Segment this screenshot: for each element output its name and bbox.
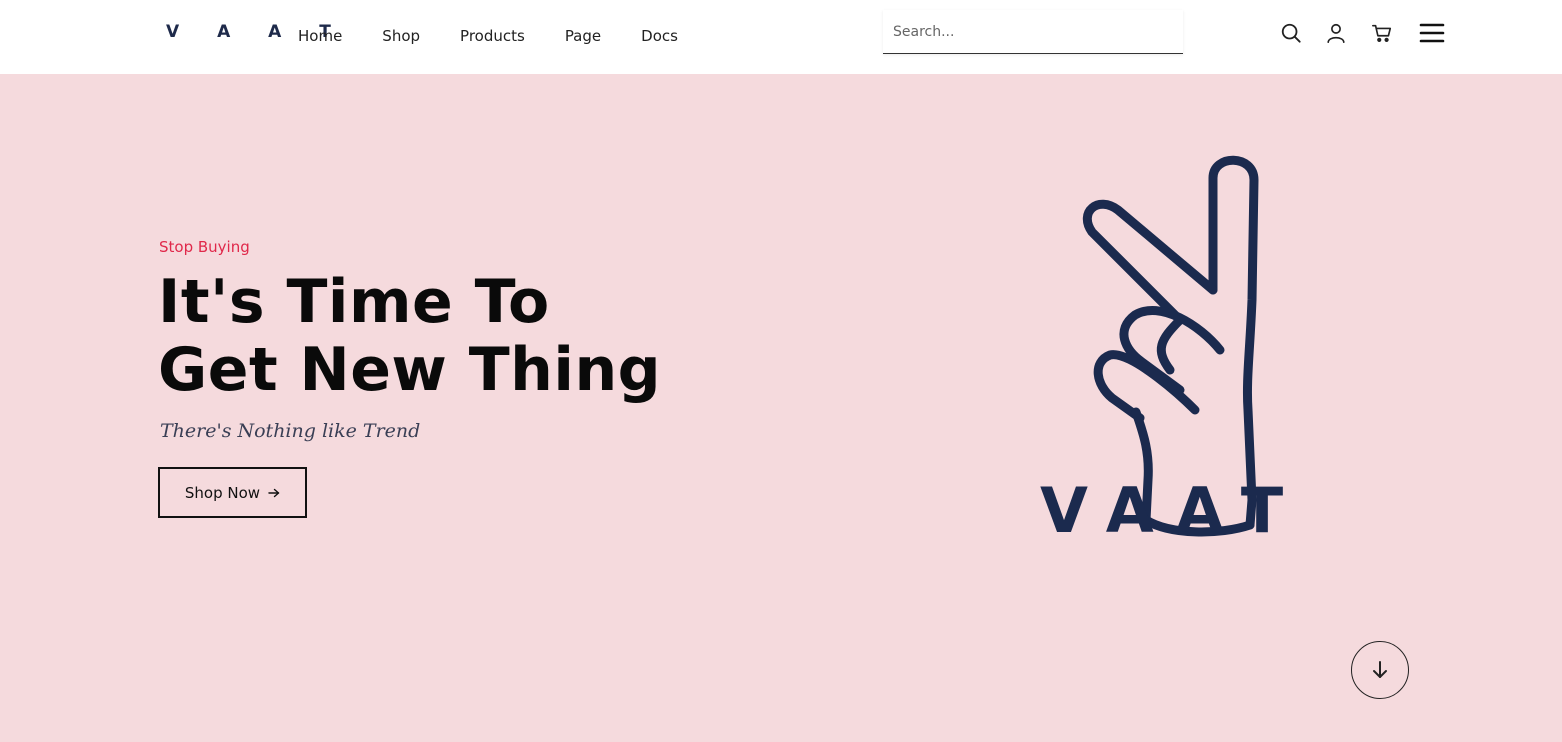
- hero-eyebrow: Stop Buying: [159, 238, 250, 256]
- nav-item-products[interactable]: Products: [460, 26, 525, 46]
- scroll-down-button[interactable]: [1351, 641, 1409, 699]
- nav-item-home[interactable]: Home: [298, 26, 342, 46]
- site-header: V A A T Home Shop Products Page Docs: [0, 0, 1562, 74]
- cart-icon[interactable]: [1369, 20, 1395, 46]
- shop-now-button[interactable]: Shop Now: [158, 467, 307, 518]
- logo-wordmark: VAAT: [1040, 474, 1306, 547]
- search-icon[interactable]: [1278, 20, 1304, 46]
- hero-headline-line2: Get New Thing: [158, 335, 662, 405]
- user-icon[interactable]: [1323, 20, 1349, 46]
- hero-brand-logo: VAAT: [1030, 150, 1370, 570]
- arrow-right-icon: [268, 484, 280, 502]
- nav-item-docs[interactable]: Docs: [641, 26, 678, 46]
- shop-now-label: Shop Now: [184, 483, 261, 502]
- hero-headline: It's Time To Get New Thing: [158, 268, 661, 404]
- hero-tagline: There's Nothing like Trend: [160, 420, 421, 442]
- nav-item-page[interactable]: Page: [565, 26, 601, 46]
- hero-headline-line1: It's Time To: [158, 267, 550, 337]
- menu-icon[interactable]: [1418, 20, 1446, 46]
- hero-banner: Stop Buying It's Time To Get New Thing T…: [0, 74, 1562, 742]
- arrow-down-icon: [1373, 661, 1387, 678]
- search-box: [883, 10, 1183, 54]
- search-input[interactable]: [883, 10, 1183, 53]
- main-nav: Home Shop Products Page Docs: [298, 26, 718, 46]
- nav-item-shop[interactable]: Shop: [382, 26, 420, 46]
